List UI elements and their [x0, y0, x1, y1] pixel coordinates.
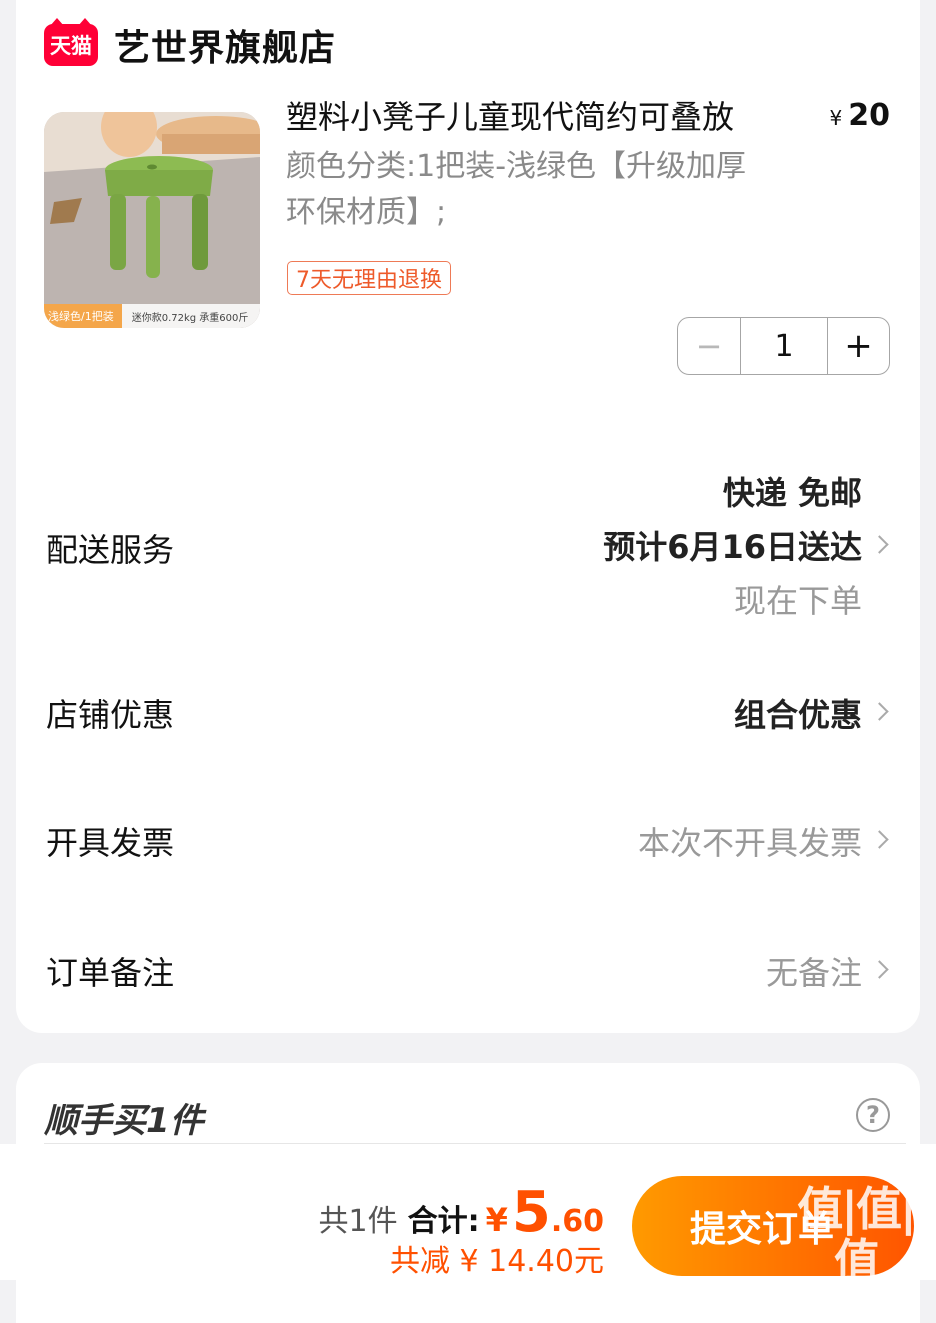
stool-illustration — [44, 112, 260, 328]
delivery-method[interactable]: 快递 免邮 — [723, 468, 862, 514]
store-header[interactable]: 天猫 艺世界旗舰店 — [44, 18, 337, 69]
delivery-label: 配送服务 — [46, 531, 175, 569]
chevron-right-icon[interactable] — [870, 535, 889, 554]
total-decimal: .60 — [550, 1204, 604, 1239]
product-title[interactable]: 塑料小凳子儿童现代简约可叠放 — [286, 92, 786, 138]
delivery-note[interactable]: 现在下单 — [734, 576, 862, 622]
store-discount-label: 店铺优惠 — [46, 696, 175, 734]
item-count: 共1件 — [318, 1204, 398, 1239]
image-caption-tag: 浅绿色/1把装 — [44, 304, 122, 328]
product-spec[interactable]: 颜色分类:1把装-浅绿色【升级加厚 环保材质】; — [286, 144, 756, 236]
product-price: ¥20 — [829, 98, 890, 133]
product-image[interactable]: 浅绿色/1把装 迷你款0.72kg 承重600斤 — [44, 112, 260, 328]
invoice-value[interactable]: 本次不开具发票 — [638, 818, 862, 864]
remark-label: 订单备注 — [46, 954, 175, 992]
watermark-url: zhizhizhi.com — [801, 1285, 911, 1304]
chevron-right-icon[interactable] — [870, 830, 889, 849]
invoice-label: 开具发票 — [46, 824, 175, 862]
remark-value[interactable]: 无备注 — [766, 948, 862, 994]
image-caption: 浅绿色/1把装 迷你款0.72kg 承重600斤 — [44, 304, 260, 328]
quantity-value[interactable]: 1 — [741, 318, 828, 374]
chevron-right-icon[interactable] — [870, 960, 889, 979]
store-discount-value[interactable]: 组合优惠 — [734, 690, 862, 736]
image-caption-spec: 迷你款0.72kg 承重600斤 — [131, 312, 249, 324]
addon-title: 顺手买1件 — [44, 1101, 204, 1141]
help-icon[interactable]: ? — [856, 1098, 890, 1132]
store-name: 艺世界旗舰店 — [114, 28, 337, 69]
total-currency: ¥ — [485, 1201, 508, 1239]
discount-total[interactable]: 共减 ¥ 14.40元 — [390, 1236, 604, 1280]
watermark: 值|值|值 zhizhizhi.com — [786, 1183, 926, 1304]
tmall-logo: 天猫 — [44, 18, 98, 66]
decrease-button[interactable]: − — [678, 318, 741, 374]
watermark-logo: 值|值|值 — [797, 1182, 917, 1288]
chevron-right-icon[interactable] — [870, 702, 889, 721]
delivery-eta[interactable]: 预计6月16日送达 — [603, 522, 862, 568]
order-card: 天猫 艺世界旗舰店 浅绿色/1把装 迷你款0.72kg 承重600斤 塑料小凳子… — [16, 0, 920, 1033]
increase-button[interactable]: + — [828, 318, 889, 374]
quantity-stepper: − 1 + — [677, 317, 890, 375]
total-label: 合计: — [407, 1204, 480, 1239]
return-policy-badge: 7天无理由退换 — [287, 261, 451, 295]
